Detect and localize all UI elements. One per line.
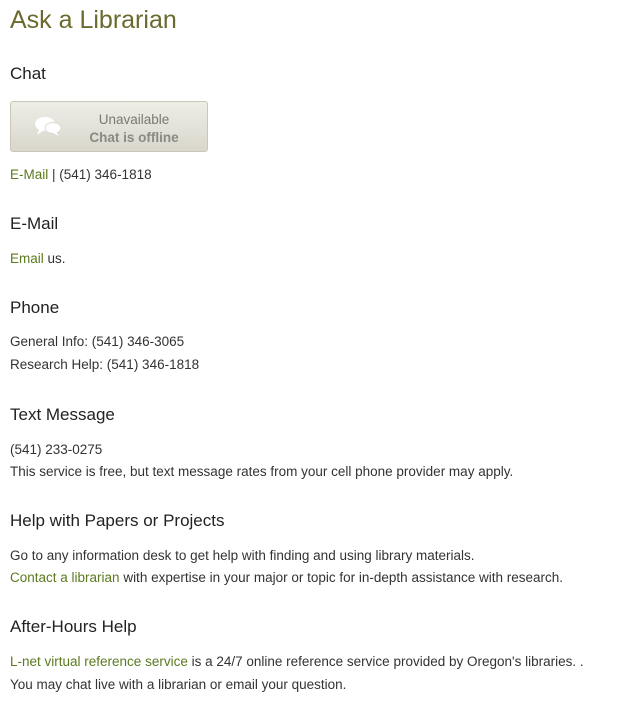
after-hours-heading: After-Hours Help xyxy=(10,617,137,636)
papers-line-2: Contact a librarian with expertise in yo… xyxy=(10,570,563,585)
lnet-reference-link[interactable]: L-net virtual reference service xyxy=(10,654,188,669)
chat-phone-text: | (541) 346-1818 xyxy=(48,167,152,182)
phone-general-info: General Info: (541) 346-3065 xyxy=(10,334,185,349)
papers-line-1: Go to any information desk to get help w… xyxy=(10,548,475,563)
after-hours-line-2: You may chat live with a librarian or em… xyxy=(10,677,347,692)
email-line: Email us. xyxy=(10,251,66,266)
after-hours-line-1-suffix: is a 24/7 online reference service provi… xyxy=(187,654,584,669)
email-us-link[interactable]: Email xyxy=(10,251,44,266)
page-title: Ask a Librarian xyxy=(10,6,177,34)
chat-contact-line: E-Mail | (541) 346-1818 xyxy=(10,167,152,182)
email-heading: E-Mail xyxy=(10,214,59,233)
phone-research-help: Research Help: (541) 346-1818 xyxy=(10,357,200,372)
speech-bubbles-icon xyxy=(35,117,62,136)
chat-offline-label: Chat is offline xyxy=(89,130,179,145)
contact-librarian-link[interactable]: Contact a librarian xyxy=(10,570,120,585)
after-hours-line-1: L-net virtual reference service is a 24/… xyxy=(10,654,584,669)
text-message-heading: Text Message xyxy=(10,405,115,424)
papers-line-2-suffix: with expertise in your major or topic fo… xyxy=(119,570,564,585)
email-suffix: us. xyxy=(43,251,66,266)
chat-status-label: Unavailable xyxy=(98,112,170,127)
text-message-note: This service is free, but text message r… xyxy=(10,464,514,479)
papers-heading: Help with Papers or Projects xyxy=(10,511,225,530)
text-message-number: (541) 233-0275 xyxy=(10,442,103,457)
phone-heading: Phone xyxy=(10,298,60,317)
chat-button[interactable]: Unavailable Chat is offline xyxy=(10,101,208,152)
chat-heading: Chat xyxy=(10,64,46,83)
chat-email-link[interactable]: E-Mail xyxy=(10,167,48,182)
